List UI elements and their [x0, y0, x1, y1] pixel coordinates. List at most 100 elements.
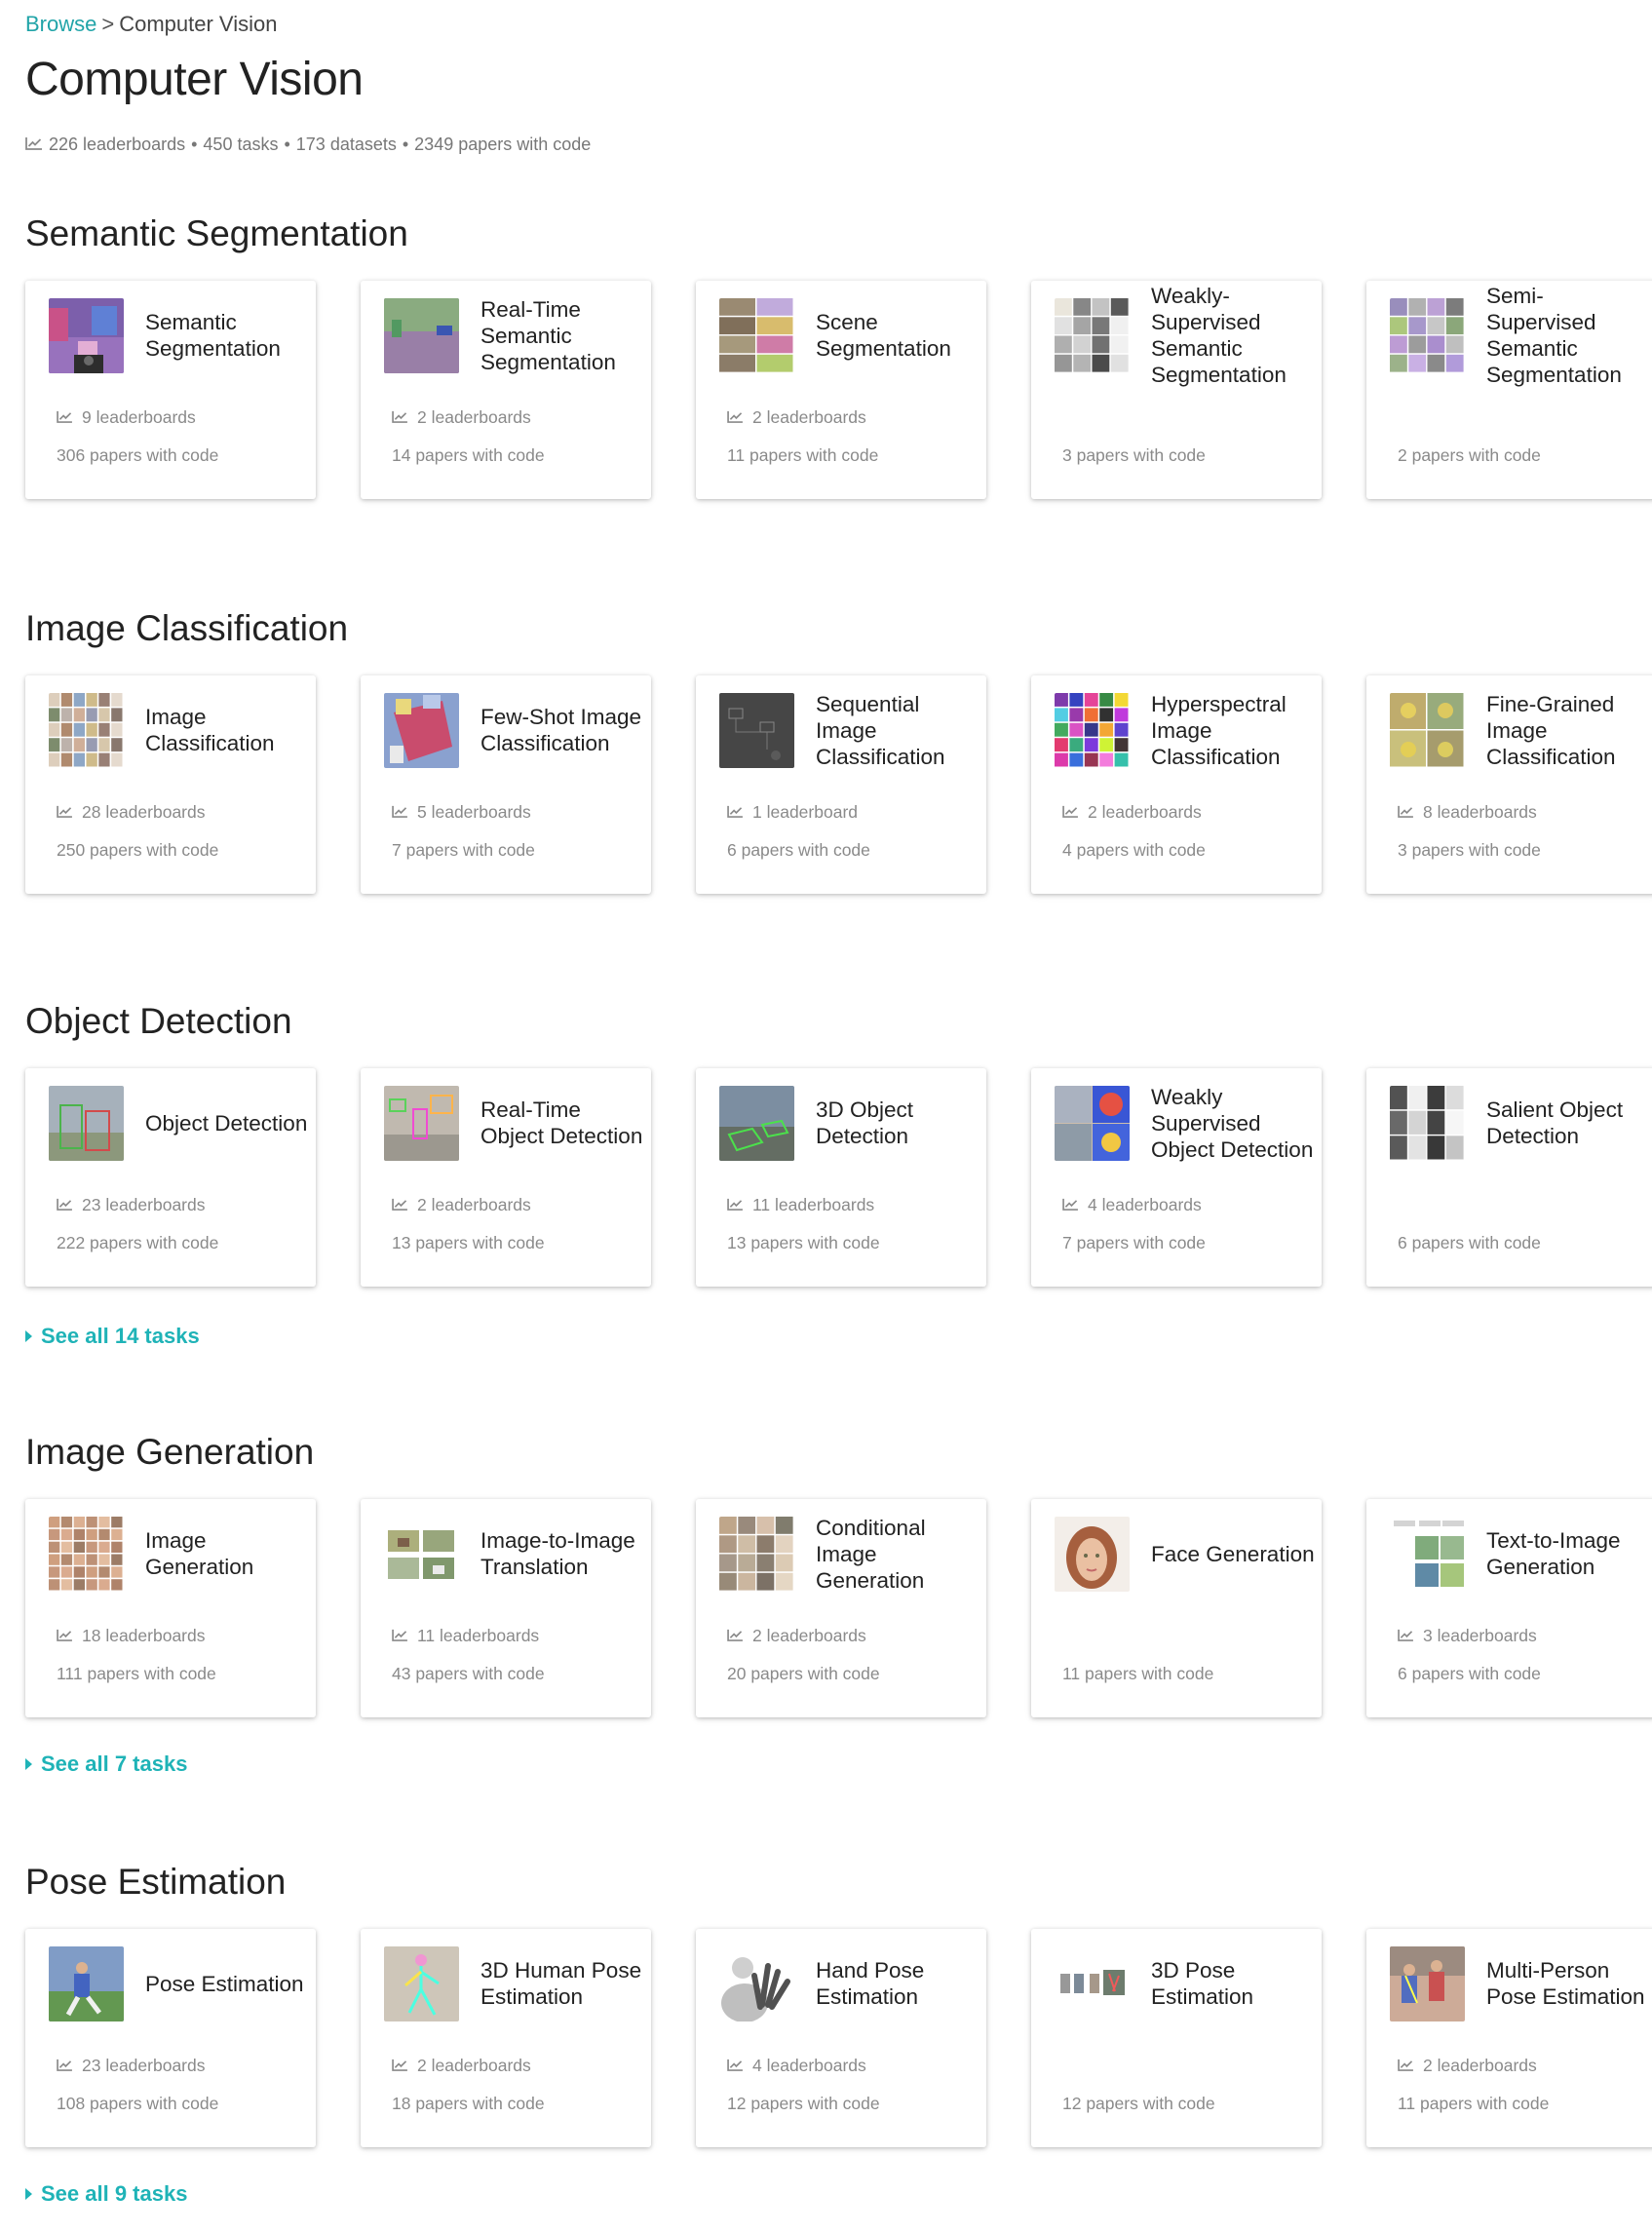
- task-card[interactable]: Image Classification 28 leaderboards 250…: [25, 675, 316, 894]
- chart-line-icon: [392, 1626, 408, 1646]
- task-title[interactable]: Fine-Grained Image Classification: [1486, 691, 1651, 770]
- task-thumbnail-image: [1390, 1085, 1465, 1161]
- task-title[interactable]: Multi-Person Pose Estimation: [1486, 1957, 1651, 2010]
- task-title[interactable]: Semantic Segmentation: [145, 309, 310, 362]
- task-card[interactable]: Real-Time Semantic Segmentation 2 leader…: [361, 281, 651, 499]
- task-card-header: Face Generation: [1055, 1499, 1316, 1608]
- task-title[interactable]: Weakly-Supervised Semantic Segmentation: [1151, 283, 1316, 388]
- section-title[interactable]: Object Detection: [25, 997, 1652, 1046]
- task-title[interactable]: Face Generation: [1151, 1541, 1315, 1567]
- task-card[interactable]: Image Generation 18 leaderboards 111 pap…: [25, 1499, 316, 1717]
- task-card[interactable]: Salient Object Detection 6 papers with c…: [1366, 1068, 1652, 1287]
- task-leaderboards: 2 leaderboards: [727, 1626, 866, 1646]
- task-title[interactable]: Real-Time Semantic Segmentation: [480, 296, 645, 375]
- task-papers-count: 6 papers with code: [1398, 1233, 1541, 1252]
- task-card[interactable]: Image-to-Image Translation 11 leaderboar…: [361, 1499, 651, 1717]
- leaderboards-count: 1 leaderboard: [752, 802, 858, 822]
- task-papers-count: 6 papers with code: [1398, 1664, 1541, 1683]
- see-all-tasks-link[interactable]: See all 7 tasks: [25, 1752, 187, 1777]
- task-card[interactable]: Weakly-Supervised Semantic Segmentation …: [1031, 281, 1322, 499]
- task-card[interactable]: Text-to-Image Generation 3 leaderboards …: [1366, 1499, 1652, 1717]
- section-title[interactable]: Image Generation: [25, 1428, 1652, 1477]
- task-title[interactable]: Few-Shot Image Classification: [480, 704, 645, 756]
- task-section: Image Classification Image Classificatio…: [25, 604, 1652, 894]
- task-section: Semantic Segmentation Semantic Segmentat…: [25, 210, 1652, 499]
- task-title[interactable]: Salient Object Detection: [1486, 1097, 1651, 1149]
- task-card[interactable]: Hyperspectral Image Classification 2 lea…: [1031, 675, 1322, 894]
- task-title[interactable]: Pose Estimation: [145, 1971, 304, 1997]
- task-thumbnail-image: [49, 1945, 124, 2021]
- task-title[interactable]: Conditional Image Generation: [816, 1515, 980, 1594]
- chart-line-icon: [57, 1626, 73, 1646]
- task-card[interactable]: Few-Shot Image Classification 5 leaderbo…: [361, 675, 651, 894]
- task-title[interactable]: Hand Pose Estimation: [816, 1957, 980, 2010]
- task-card[interactable]: 3D Object Detection 11 leaderboards 13 p…: [696, 1068, 986, 1287]
- task-card-header: Semi-Supervised Semantic Segmentation: [1390, 281, 1651, 390]
- task-title[interactable]: Sequential Image Classification: [816, 691, 980, 770]
- see-all-tasks-link[interactable]: See all 14 tasks: [25, 1324, 200, 1349]
- task-title[interactable]: Image-to-Image Translation: [480, 1527, 645, 1580]
- task-title[interactable]: 3D Object Detection: [816, 1097, 980, 1149]
- chart-line-icon: [392, 1195, 408, 1215]
- leaderboards-count: 18 leaderboards: [82, 1626, 206, 1645]
- task-title[interactable]: Image Generation: [145, 1527, 310, 1580]
- task-thumbnail-image: [384, 692, 459, 768]
- task-papers-count: 3 papers with code: [1398, 840, 1541, 860]
- task-papers-count: 3 papers with code: [1062, 445, 1206, 465]
- chart-line-icon: [1062, 802, 1079, 823]
- breadcrumb-browse-link[interactable]: Browse: [25, 12, 96, 36]
- chart-line-icon: [25, 135, 43, 155]
- task-title[interactable]: Object Detection: [145, 1110, 307, 1136]
- task-card[interactable]: Object Detection 23 leaderboards 222 pap…: [25, 1068, 316, 1287]
- task-card[interactable]: 3D Human Pose Estimation 2 leaderboards …: [361, 1929, 651, 2147]
- task-thumbnail-image: [1390, 1516, 1465, 1592]
- task-card-header: Text-to-Image Generation: [1390, 1499, 1651, 1608]
- task-card-header: Pose Estimation: [49, 1929, 310, 2038]
- task-card[interactable]: 3D Pose Estimation 12 papers with code: [1031, 1929, 1322, 2147]
- task-card[interactable]: Hand Pose Estimation 4 leaderboards 12 p…: [696, 1929, 986, 2147]
- section-title[interactable]: Image Classification: [25, 604, 1652, 653]
- task-thumbnail-image: [1055, 1516, 1130, 1592]
- leaderboards-count: 2 leaderboards: [752, 1626, 866, 1645]
- task-title[interactable]: 3D Human Pose Estimation: [480, 1957, 645, 2010]
- task-card[interactable]: Real-Time Object Detection 2 leaderboard…: [361, 1068, 651, 1287]
- chart-line-icon: [727, 1626, 744, 1646]
- task-card[interactable]: Conditional Image Generation 2 leaderboa…: [696, 1499, 986, 1717]
- task-card[interactable]: Fine-Grained Image Classification 8 lead…: [1366, 675, 1652, 894]
- task-title[interactable]: Hyperspectral Image Classification: [1151, 691, 1316, 770]
- task-card[interactable]: Face Generation 11 papers with code: [1031, 1499, 1322, 1717]
- section-title[interactable]: Pose Estimation: [25, 1858, 1652, 1906]
- task-title[interactable]: Text-to-Image Generation: [1486, 1527, 1651, 1580]
- task-card-header: Semantic Segmentation: [49, 281, 310, 390]
- task-title[interactable]: Real-Time Object Detection: [480, 1097, 645, 1149]
- task-card[interactable]: Scene Segmentation 2 leaderboards 11 pap…: [696, 281, 986, 499]
- task-title[interactable]: Weakly Supervised Object Detection: [1151, 1084, 1316, 1163]
- task-card[interactable]: Sequential Image Classification 1 leader…: [696, 675, 986, 894]
- task-card[interactable]: Multi-Person Pose Estimation 2 leaderboa…: [1366, 1929, 1652, 2147]
- leaderboards-count: 2 leaderboards: [752, 407, 866, 427]
- task-card[interactable]: Semantic Segmentation 9 leaderboards 306…: [25, 281, 316, 499]
- task-title[interactable]: Scene Segmentation: [816, 309, 980, 362]
- task-papers-count: 12 papers with code: [1062, 2094, 1215, 2113]
- leaderboards-count: 28 leaderboards: [82, 802, 206, 822]
- task-leaderboards: 3 leaderboards: [1398, 1626, 1537, 1646]
- task-thumbnail-image: [384, 1945, 459, 2021]
- task-papers-count: 20 papers with code: [727, 1664, 880, 1683]
- task-title[interactable]: Image Classification: [145, 704, 310, 756]
- task-card[interactable]: Semi-Supervised Semantic Segmentation 2 …: [1366, 281, 1652, 499]
- task-leaderboards: 2 leaderboards: [392, 2056, 531, 2076]
- chart-line-icon: [57, 1195, 73, 1215]
- task-card[interactable]: Weakly Supervised Object Detection 4 lea…: [1031, 1068, 1322, 1287]
- task-card[interactable]: Pose Estimation 23 leaderboards 108 pape…: [25, 1929, 316, 2147]
- task-papers-count: 250 papers with code: [57, 840, 219, 860]
- section-title[interactable]: Semantic Segmentation: [25, 210, 1652, 258]
- task-card-row: Image Generation 18 leaderboards 111 pap…: [25, 1499, 1652, 1717]
- task-title[interactable]: 3D Pose Estimation: [1151, 1957, 1316, 2010]
- leaderboards-count: 2 leaderboards: [417, 2056, 531, 2075]
- task-leaderboards: 4 leaderboards: [727, 2056, 866, 2076]
- task-thumbnail-image: [49, 692, 124, 768]
- see-all-tasks-link[interactable]: See all 9 tasks: [25, 2181, 187, 2207]
- task-title[interactable]: Semi-Supervised Semantic Segmentation: [1486, 283, 1651, 388]
- task-card-row: Object Detection 23 leaderboards 222 pap…: [25, 1068, 1652, 1287]
- task-card-header: Image Classification: [49, 675, 310, 785]
